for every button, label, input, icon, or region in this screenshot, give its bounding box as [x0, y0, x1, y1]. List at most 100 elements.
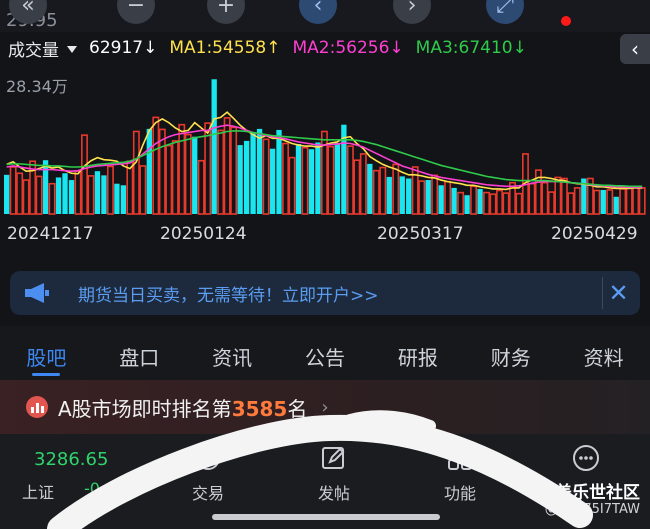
rank-chart-icon [26, 396, 48, 418]
nav-functions[interactable]: 功能 [430, 442, 490, 504]
volume-bar [120, 185, 127, 214]
volume-bar [477, 188, 483, 214]
volume-bar [638, 187, 646, 215]
volume-bar [315, 142, 321, 214]
volume-bar [48, 182, 56, 215]
volume-bar [308, 149, 315, 214]
volume-bar [425, 180, 431, 214]
volume-header: 成交量 62917↓ MA1:54558↑ MA2:56256↓ MA3:674… [0, 34, 650, 64]
volume-bar [74, 170, 82, 215]
volume-bar [146, 128, 152, 214]
volume-bar [600, 189, 606, 214]
volume-bar [470, 185, 478, 215]
volume-bar [4, 174, 10, 214]
volume-bar [250, 133, 256, 214]
indicator-selector-label: 成交量 [8, 40, 59, 61]
volume-bar [211, 79, 217, 214]
kline-chart-strip[interactable]: 29.95 « − + ‹ › ⤢ [0, 0, 650, 32]
prev-button[interactable]: ‹ [299, 0, 337, 24]
zoom-in-button[interactable]: + [207, 0, 245, 24]
tab-profile[interactable]: 资料 [557, 326, 650, 380]
volume-bar [9, 166, 17, 215]
nav-more[interactable] [556, 442, 616, 480]
volume-bar [483, 191, 491, 215]
volume-bar [230, 126, 238, 215]
volume-bar [560, 177, 568, 215]
collapse-panel-button[interactable]: ‹ [620, 34, 650, 64]
volume-bar [346, 145, 354, 215]
volume-bar [353, 159, 361, 215]
nav-functions-label: 功能 [443, 484, 476, 503]
nav-trade[interactable]: 交易 [178, 442, 238, 504]
megaphone-icon [25, 283, 49, 303]
tab-finance[interactable]: 财务 [464, 326, 557, 380]
volume-bar [327, 145, 335, 215]
zoom-out-icon: − [126, 0, 146, 18]
volume-bar [379, 166, 387, 215]
tab-research[interactable]: 研报 [371, 326, 464, 380]
index-value: 3286.65 [34, 449, 109, 470]
home-indicator[interactable] [212, 514, 440, 520]
volume-bar [94, 171, 101, 214]
volume-bar [68, 180, 75, 214]
x-tick-label: 20250429 [551, 224, 638, 244]
volume-bar [87, 175, 95, 215]
volume-bar [554, 176, 562, 215]
rank-text: A股市场即时排名第3585名 [58, 393, 307, 422]
tab-news[interactable]: 资讯 [186, 326, 279, 380]
trade-icon [196, 446, 220, 470]
volume-bar [367, 163, 373, 214]
nav-post[interactable]: 发帖 [304, 442, 364, 504]
functions-icon [448, 444, 474, 470]
volume-bar [152, 116, 160, 215]
volume-bar [444, 180, 452, 215]
nav-trade-label: 交易 [191, 484, 224, 503]
volume-bar [625, 187, 633, 215]
fullscreen-button[interactable]: ⤢ [486, 0, 524, 24]
tab-guba[interactable]: 股吧 [0, 326, 93, 380]
volume-bar [451, 187, 457, 214]
chevron-left-icon: ‹ [631, 37, 639, 61]
volume-bar [528, 182, 536, 215]
volume-bar [613, 196, 619, 214]
index-change: -0.0 [84, 479, 116, 498]
next-icon: › [407, 0, 417, 18]
volume-bar [22, 179, 30, 215]
market-rank-row[interactable]: A股市场即时排名第3585名 › [0, 380, 650, 434]
volume-bar [288, 156, 296, 215]
ma3-value: MA3:67410↓ [415, 38, 527, 58]
promo-banner[interactable]: 期货当日买卖，无需等待！立即开户>> ✕ [10, 271, 640, 315]
rank-suffix: 名 [287, 396, 308, 421]
zoom-in-icon: + [216, 0, 236, 18]
tab-announcements[interactable]: 公告 [279, 326, 372, 380]
volume-bar [573, 187, 581, 215]
volume-bar [541, 181, 549, 215]
volume-bar [184, 133, 192, 215]
close-icon: ✕ [608, 279, 629, 307]
volume-bar [101, 175, 107, 214]
volume-bar [165, 144, 173, 215]
volume-bar [359, 153, 367, 215]
volume-bar [547, 191, 555, 215]
zoom-out-button[interactable]: − [117, 0, 155, 24]
volume-bar [217, 129, 225, 215]
indicator-selector[interactable]: 成交量 [8, 36, 77, 61]
volume-bar [406, 178, 412, 214]
volume-bar [16, 172, 24, 215]
fullscreen-icon: ⤢ [496, 0, 514, 18]
x-tick-label: 20241217 [7, 224, 94, 244]
nav-post-label: 发帖 [317, 484, 350, 503]
next-button[interactable]: › [393, 0, 431, 24]
rank-prefix: A股市场即时排名第 [58, 396, 232, 421]
volume-bar [496, 189, 503, 215]
close-banner-button[interactable]: ✕ [602, 277, 634, 309]
volume-bar [593, 189, 601, 215]
volume-bar [464, 195, 470, 214]
volume-bar [515, 192, 523, 215]
volume-bar [457, 191, 465, 215]
volume-bar [132, 130, 140, 215]
volume-chart[interactable] [0, 62, 650, 220]
volume-bar [269, 148, 276, 214]
volume-bar [502, 192, 510, 215]
tab-pankou[interactable]: 盘口 [93, 326, 186, 380]
